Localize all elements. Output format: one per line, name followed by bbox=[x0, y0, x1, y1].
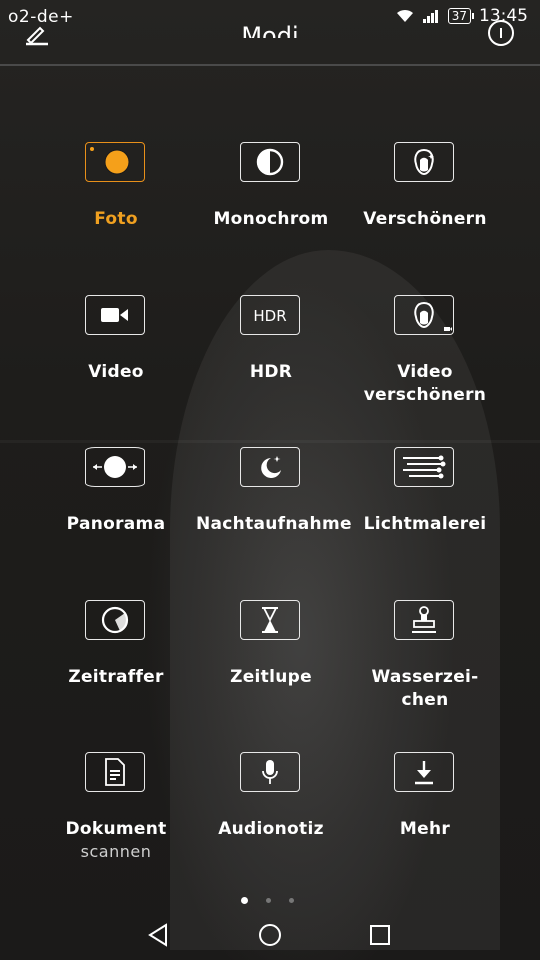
watermark-stamp-icon bbox=[394, 600, 454, 640]
navigation-bar bbox=[0, 910, 540, 960]
page-dot[interactable] bbox=[266, 898, 271, 903]
mode-audionotiz[interactable]: Audionotiz bbox=[196, 752, 346, 872]
mode-grid: Foto Monochrom Verschönern Video HDR HDR… bbox=[0, 0, 540, 960]
mode-lichtmalerei[interactable]: Lichtmalerei bbox=[350, 447, 500, 567]
panorama-icon bbox=[85, 447, 145, 487]
night-moon-icon bbox=[240, 447, 300, 487]
mode-sublabel: scannen bbox=[80, 842, 152, 861]
mode-label: HDR bbox=[249, 362, 293, 382]
hdr-icon: HDR bbox=[240, 295, 300, 335]
mode-label: Mehr bbox=[399, 819, 451, 839]
mode-label: Video verschönern bbox=[363, 362, 487, 405]
mode-panorama[interactable]: Panorama bbox=[41, 447, 191, 567]
monochrome-icon bbox=[240, 142, 300, 182]
mode-label: Foto bbox=[94, 209, 138, 229]
mode-label: Nachtaufnahme bbox=[196, 514, 352, 534]
svg-text:HDR: HDR bbox=[253, 307, 286, 325]
mode-label: Lichtmalerei bbox=[363, 514, 487, 534]
hourglass-icon bbox=[240, 600, 300, 640]
back-icon[interactable] bbox=[146, 922, 172, 948]
mode-label: Wasserzei-chen bbox=[371, 667, 479, 710]
mode-wasserzeichen[interactable]: Wasserzei-chen bbox=[350, 600, 500, 720]
mode-label: Audionotiz bbox=[218, 819, 324, 839]
mode-label: Zeitraffer bbox=[68, 667, 164, 687]
mode-zeitraffer[interactable]: Zeitraffer bbox=[41, 600, 191, 720]
mode-label: Monochrom bbox=[213, 209, 329, 229]
home-icon[interactable] bbox=[257, 922, 283, 948]
download-icon bbox=[394, 752, 454, 792]
light-painting-icon bbox=[394, 447, 454, 487]
mode-verschoenern[interactable]: Verschönern bbox=[350, 142, 500, 262]
mode-label: Video bbox=[88, 362, 144, 382]
camera-photo-icon bbox=[85, 142, 145, 182]
mode-dokument-scannen[interactable]: Dokument scannen bbox=[41, 752, 191, 872]
mode-hdr[interactable]: HDR HDR bbox=[196, 295, 346, 415]
recents-icon[interactable] bbox=[367, 922, 393, 948]
mode-video[interactable]: Video bbox=[41, 295, 191, 415]
mode-label: Dokument bbox=[65, 819, 167, 839]
mode-mehr[interactable]: Mehr bbox=[350, 752, 500, 872]
microphone-icon bbox=[240, 752, 300, 792]
mode-zeitlupe[interactable]: Zeitlupe bbox=[196, 600, 346, 720]
page-indicator bbox=[241, 897, 294, 904]
video-camera-icon bbox=[85, 295, 145, 335]
mode-video-verschoenern[interactable]: Video verschönern bbox=[350, 295, 500, 415]
mode-nachtaufnahme[interactable]: Nachtaufnahme bbox=[196, 447, 352, 567]
mode-monochrom[interactable]: Monochrom bbox=[196, 142, 346, 262]
mode-label: Panorama bbox=[66, 514, 166, 534]
document-scan-icon bbox=[85, 752, 145, 792]
mode-label: Verschönern bbox=[363, 209, 487, 229]
time-lapse-icon bbox=[85, 600, 145, 640]
page-dot-active[interactable] bbox=[241, 897, 248, 904]
video-beauty-icon bbox=[394, 295, 454, 335]
mode-foto[interactable]: Foto bbox=[41, 142, 191, 262]
page-dot[interactable] bbox=[289, 898, 294, 903]
mode-label: Zeitlupe bbox=[230, 667, 312, 687]
beauty-face-icon bbox=[394, 142, 454, 182]
